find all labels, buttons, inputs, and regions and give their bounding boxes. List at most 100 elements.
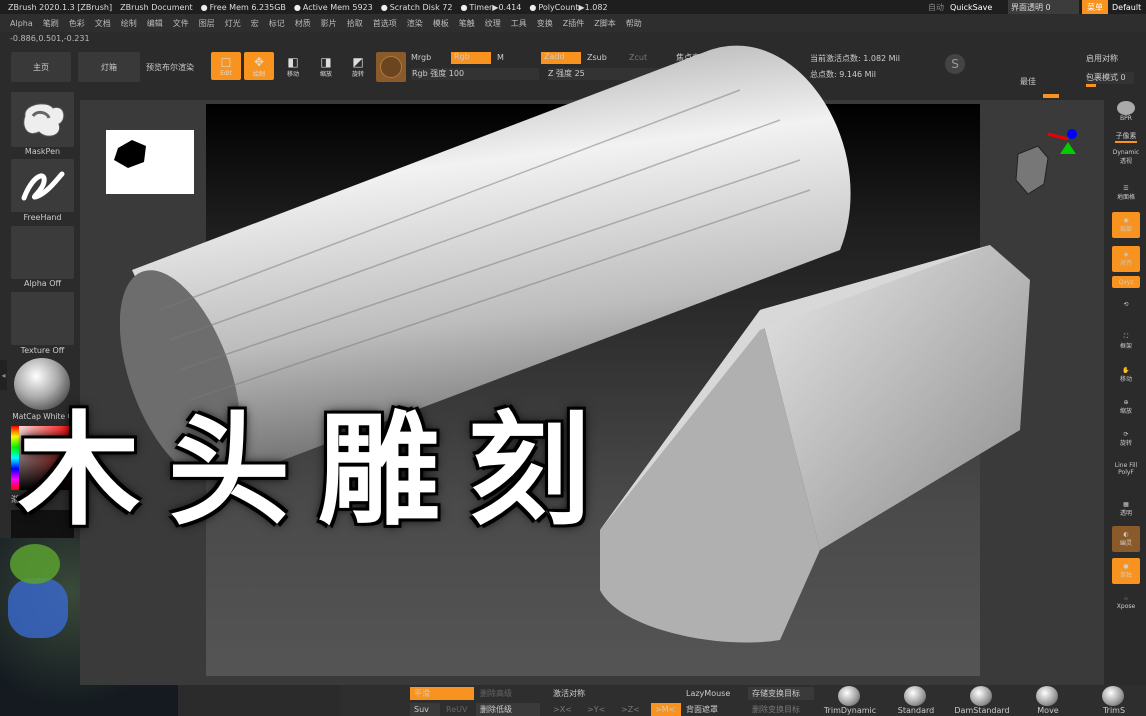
menu-item[interactable]: 图层: [199, 18, 215, 29]
polycount: PolyCount▶1.082: [529, 3, 607, 12]
menu-item[interactable]: 拾取: [347, 18, 363, 29]
activate-symmetry-button[interactable]: 激活对称: [549, 687, 669, 700]
document-title: ZBrush Document: [120, 2, 193, 12]
linefill-button[interactable]: Line Fill PolyF: [1112, 456, 1140, 482]
subpixel-marker: [1115, 141, 1137, 143]
brush-slot[interactable]: Move: [1020, 684, 1080, 716]
menu-item[interactable]: Z插件: [563, 18, 584, 29]
stroke-name: FreeHand: [23, 213, 62, 222]
quicksave-button[interactable]: QuickSave: [950, 0, 992, 14]
backface-mask-button[interactable]: 背面遮罩: [682, 703, 746, 716]
pot-shape: [8, 578, 68, 638]
delete-lower-button[interactable]: 删除低级: [476, 703, 540, 716]
brush-slot[interactable]: TrimS: [1086, 684, 1146, 716]
title-bar: ZBrush 2020.1.3 [ZBrush] ZBrush Document…: [0, 0, 1146, 14]
wood-models-render: [120, 45, 1030, 643]
bpr-button[interactable]: BPR: [1112, 98, 1140, 124]
free-mem: Free Mem 6.235GB: [201, 3, 286, 12]
menu-item[interactable]: 色彩: [69, 18, 85, 29]
move-view-button[interactable]: ✋ 移动: [1112, 362, 1140, 388]
overlay-char: 头: [168, 398, 318, 542]
brush-slot[interactable]: DamStandard: [954, 684, 1014, 716]
brush-slot[interactable]: Standard: [888, 684, 948, 716]
ghost-icon: ◐: [1123, 531, 1129, 538]
texture-thumbnail[interactable]: [11, 292, 74, 345]
align-button[interactable]: ◈ 对齐: [1112, 246, 1140, 272]
frame-button[interactable]: ⛶ 框架: [1112, 328, 1140, 354]
best-slider-marker[interactable]: [1043, 94, 1059, 98]
menu-item[interactable]: 宏: [251, 18, 259, 29]
collapse-left-icon[interactable]: ◂: [0, 360, 7, 390]
menu-item[interactable]: 标记: [269, 18, 285, 29]
menu-item[interactable]: 变换: [537, 18, 553, 29]
xpose-icon: ⁘: [1123, 596, 1129, 603]
menu-item[interactable]: 工具: [511, 18, 527, 29]
rotate-view-button[interactable]: ⟳ 旋转: [1112, 426, 1140, 452]
ui-transparency-slider[interactable]: 界面透明 0: [1008, 0, 1079, 14]
menu-item[interactable]: Alpha: [10, 19, 33, 28]
stroke-thumbnail[interactable]: [11, 159, 74, 212]
solo-button[interactable]: ● 单独: [1112, 558, 1140, 584]
menu-item[interactable]: 模板: [433, 18, 449, 29]
menu-item[interactable]: 材质: [295, 18, 311, 29]
menu-item[interactable]: 绘制: [121, 18, 137, 29]
reuv-button[interactable]: ReUV: [442, 703, 472, 716]
frame-icon: ⛶: [1123, 332, 1129, 340]
delete-higher-button[interactable]: 删除高级: [476, 687, 540, 700]
brush-name: MaskPen: [24, 147, 61, 156]
floor-button[interactable]: ☰ 地面格: [1112, 180, 1140, 206]
align-icon: ◈: [1123, 251, 1129, 258]
local-icon: ◉: [1123, 217, 1129, 224]
menu-item[interactable]: 笔触: [459, 18, 475, 29]
sym-y-toggle[interactable]: >Y<: [583, 703, 613, 716]
freehand-stroke-icon: [21, 171, 64, 200]
brush-thumbnail[interactable]: [11, 92, 74, 147]
menu-item[interactable]: 编辑: [147, 18, 163, 29]
scale-view-button[interactable]: ⊕ 缩放: [1112, 394, 1140, 420]
overlay-char: 刻: [468, 398, 618, 542]
suv-button[interactable]: Suv: [410, 703, 440, 716]
delete-morph-button[interactable]: 删除变换目标: [748, 703, 814, 716]
menu-item[interactable]: 渲染: [407, 18, 423, 29]
smooth-button[interactable]: 平滑: [410, 687, 474, 700]
menu-item[interactable]: 影片: [321, 18, 337, 29]
default-layout-button[interactable]: Default: [1112, 0, 1141, 14]
brush-icon: [970, 686, 992, 706]
rotate-view-icon: ⟳: [1123, 431, 1129, 438]
ghost-button[interactable]: ◐ 幽灵: [1112, 526, 1140, 552]
menu-item[interactable]: 笔刷: [43, 18, 59, 29]
xyz-button[interactable]: Qxyz: [1112, 276, 1140, 288]
dynamic-persp-button[interactable]: Dynamic 透视: [1112, 144, 1140, 170]
brush-icon: [904, 686, 926, 706]
sym-z-toggle[interactable]: >Z<: [617, 703, 647, 716]
sym-x-toggle[interactable]: >X<: [549, 703, 579, 716]
active-mem: Active Mem 5923: [294, 3, 373, 12]
menu-item[interactable]: 灯光: [225, 18, 241, 29]
wrap-mode-slider[interactable]: 包裹模式 0: [1086, 72, 1134, 84]
menu-item[interactable]: 纹理: [485, 18, 501, 29]
menu-item[interactable]: 帮助: [626, 18, 642, 29]
hand-icon: ✋: [1122, 367, 1130, 374]
menu-item[interactable]: 首选项: [373, 18, 397, 29]
overlay-char: 木: [18, 398, 168, 542]
rotate-mini-icon[interactable]: ⟲: [1112, 292, 1140, 316]
autosave-label: 自动: [928, 2, 944, 12]
home-button[interactable]: 主页: [11, 52, 71, 82]
overlay-char: 雕: [318, 398, 468, 542]
alpha-thumbnail[interactable]: [11, 226, 74, 279]
brush-shelf: TrimDynamic Standard DamStandard Move TrimS: [822, 684, 1146, 716]
scratch-disk: Scratch Disk 72: [381, 3, 453, 12]
menu-button[interactable]: 菜单: [1082, 0, 1108, 14]
menu-item[interactable]: Z脚本: [594, 18, 615, 29]
menu-item[interactable]: 文档: [95, 18, 111, 29]
navigation-gizmo[interactable]: [1008, 124, 1088, 204]
xpose-button[interactable]: ⁘ Xpose: [1112, 590, 1140, 616]
enable-symmetry[interactable]: 启用对称: [1086, 53, 1118, 64]
transparent-button[interactable]: ▦ 透明: [1112, 496, 1140, 522]
local-button[interactable]: ◉ 局部: [1112, 212, 1140, 238]
brush-slot[interactable]: TrimDynamic: [822, 684, 882, 716]
menu-item[interactable]: 文件: [173, 18, 189, 29]
sym-m-toggle[interactable]: >M<: [651, 703, 681, 716]
lazymouse-button[interactable]: LazyMouse: [682, 687, 746, 700]
store-morph-button[interactable]: 存储变换目标: [748, 687, 814, 700]
